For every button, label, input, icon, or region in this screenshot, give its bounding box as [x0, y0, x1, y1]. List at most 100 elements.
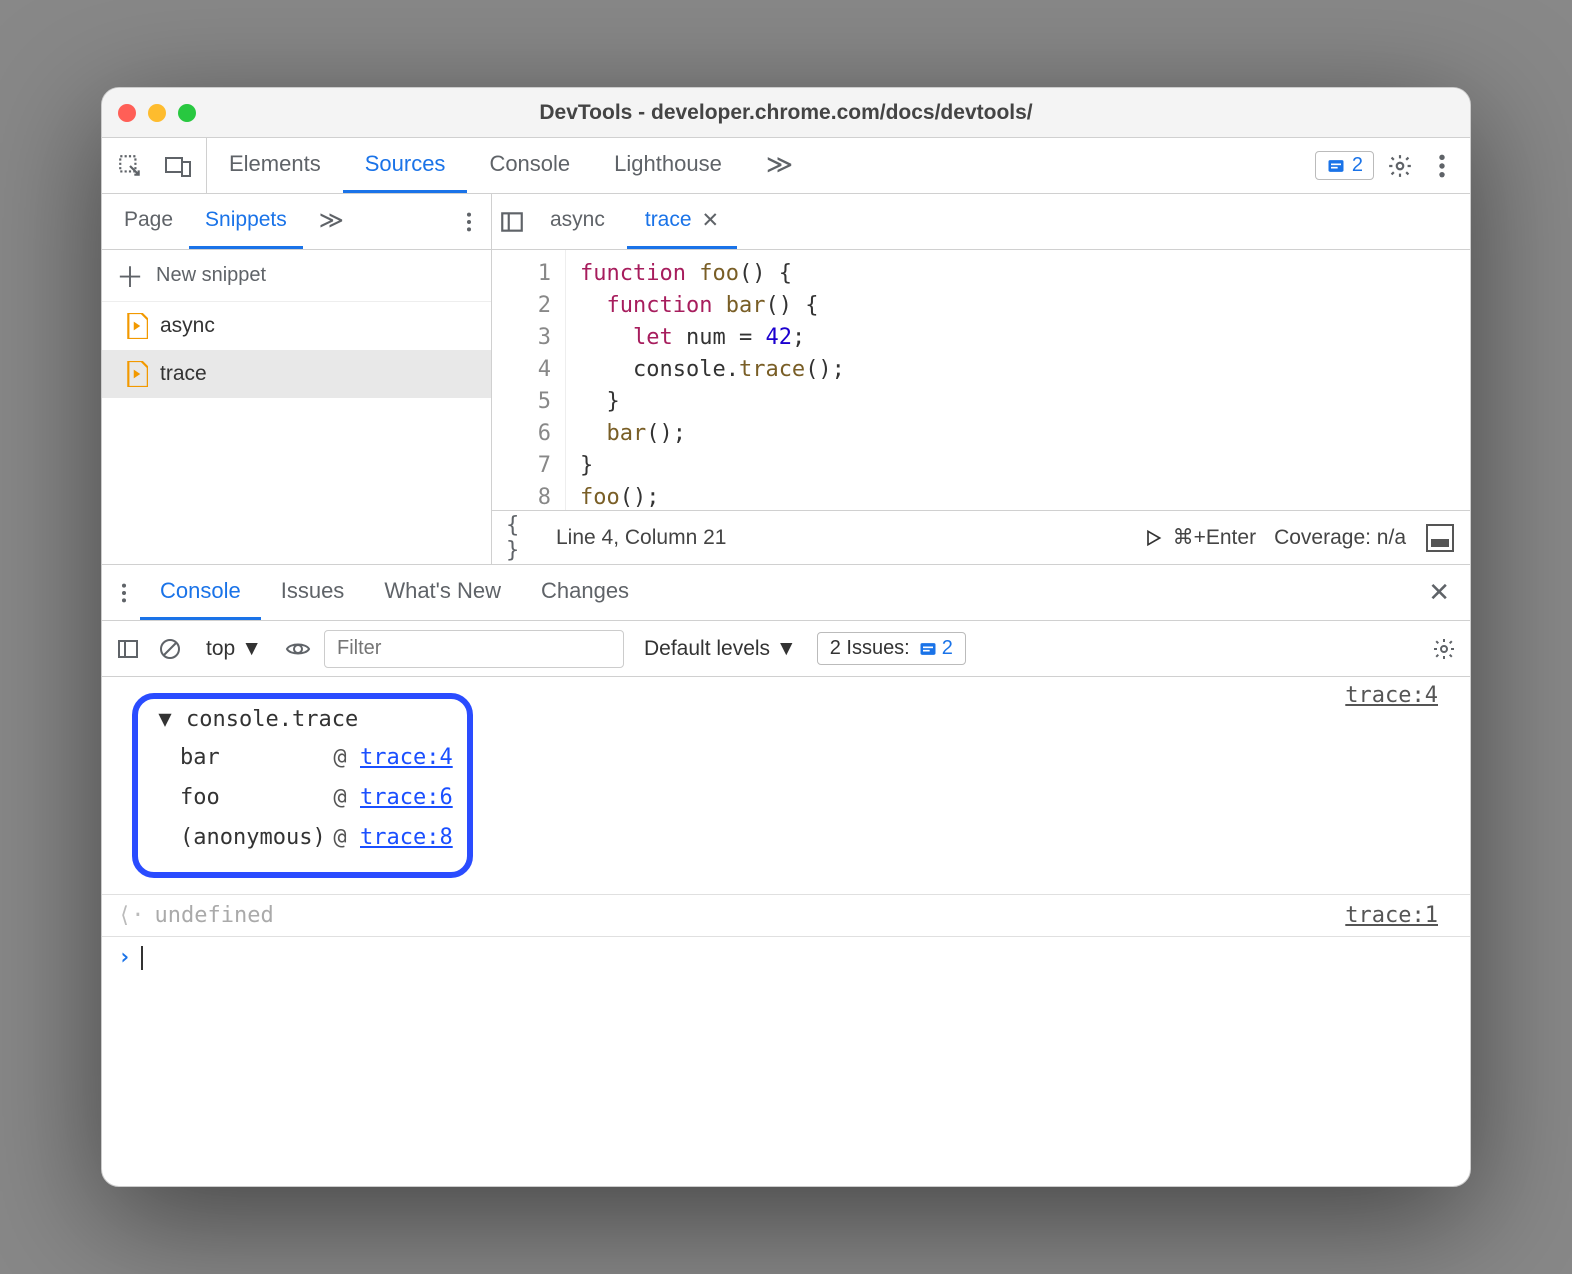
issues-indicator[interactable]: 2	[1315, 151, 1374, 180]
sidebar-tab-page[interactable]: Page	[108, 194, 189, 249]
console-prompt[interactable]: ›	[102, 936, 1470, 978]
at-symbol: @	[330, 818, 350, 858]
cursor-position: Line 4, Column 21	[556, 526, 726, 550]
settings-icon[interactable]	[1384, 150, 1416, 182]
at-symbol: @	[330, 778, 350, 818]
window-title: DevTools - developer.chrome.com/docs/dev…	[102, 101, 1470, 125]
main-toolbar: Elements Sources Console Lighthouse ≫ 2	[102, 138, 1470, 194]
snippet-list: async trace	[102, 302, 491, 564]
drawer-tab-whatsnew[interactable]: What's New	[364, 565, 521, 620]
devtools-window: DevTools - developer.chrome.com/docs/dev…	[101, 87, 1471, 1187]
drawer-tab-console[interactable]: Console	[140, 565, 261, 620]
log-levels-select[interactable]: Default levels ▼	[634, 633, 807, 665]
return-source-link[interactable]: trace:1	[1345, 903, 1438, 928]
format-icon[interactable]: { }	[506, 522, 538, 554]
tab-lighthouse[interactable]: Lighthouse	[592, 138, 744, 193]
snippet-file-icon	[126, 361, 148, 387]
snippet-item-label: trace	[160, 362, 207, 386]
plus-icon: ＋	[116, 256, 144, 296]
editor-area: async trace ✕ 1 2 3 4 5 6 7 8 fun	[492, 194, 1470, 564]
sidebar-more-icon[interactable]	[453, 206, 485, 238]
close-window-button[interactable]	[118, 104, 136, 122]
tab-elements[interactable]: Elements	[207, 138, 343, 193]
live-expression-icon[interactable]	[282, 633, 314, 665]
at-symbol: @	[330, 738, 350, 778]
issues-count: 2	[1352, 154, 1363, 177]
trace-title: console.trace	[186, 707, 358, 732]
drawer-close-icon[interactable]: ✕	[1414, 577, 1464, 608]
dock-icon[interactable]	[1424, 522, 1456, 554]
stack-frame: bar @ trace:4	[152, 738, 453, 778]
console-filter-input[interactable]	[324, 630, 624, 668]
prompt-caret-icon: ›	[118, 945, 131, 970]
console-trace-message: trace:4 ▼ console.trace bar @ trace:4	[102, 677, 1470, 894]
stack-trace-highlight: ▼ console.trace bar @ trace:4 foo	[132, 693, 473, 878]
tab-sources[interactable]: Sources	[343, 138, 468, 193]
context-label: top	[206, 637, 235, 661]
snippet-item-label: async	[160, 314, 215, 338]
snippet-item-trace[interactable]: trace	[102, 350, 491, 398]
drawer-tabs: Console Issues What's New Changes ✕	[102, 565, 1470, 621]
snippet-file-icon	[126, 313, 148, 339]
frame-function: (anonymous)	[180, 818, 320, 858]
code-content: function foo() { function bar() { let nu…	[566, 250, 859, 510]
toggle-navigator-icon[interactable]	[496, 206, 528, 238]
titlebar: DevTools - developer.chrome.com/docs/dev…	[102, 88, 1470, 138]
clear-console-icon[interactable]	[154, 633, 186, 665]
sidebar-tab-snippets[interactable]: Snippets	[189, 194, 303, 249]
drawer-tab-issues[interactable]: Issues	[261, 565, 365, 620]
expand-trace-icon[interactable]: ▼	[152, 707, 178, 732]
levels-label: Default levels	[644, 637, 770, 660]
new-snippet-button[interactable]: ＋ New snippet	[102, 250, 491, 302]
editor-statusbar: { } Line 4, Column 21 ⌘+Enter Coverage: …	[492, 510, 1470, 564]
coverage-status: Coverage: n/a	[1274, 526, 1406, 550]
console-settings-icon[interactable]	[1428, 633, 1460, 665]
code-editor[interactable]: 1 2 3 4 5 6 7 8 function foo() { functio…	[492, 250, 1470, 510]
sidebar-tabs: Page Snippets ≫	[102, 194, 491, 250]
sources-panel: Page Snippets ≫ ＋ New snippet async trac…	[102, 194, 1470, 564]
frame-function: foo	[180, 778, 320, 818]
issues-label: 2 Issues:	[830, 637, 910, 660]
stack-frame: (anonymous) @ trace:8	[152, 818, 453, 858]
console-return-row: ⟨· undefined trace:1	[102, 894, 1470, 936]
stack-trace-table: bar @ trace:4 foo @ trace:6 (anony	[152, 738, 453, 858]
snippet-item-async[interactable]: async	[102, 302, 491, 350]
console-toolbar: top ▼ Default levels ▼ 2 Issues: 2	[102, 621, 1470, 677]
sidebar-tabs-overflow[interactable]: ≫	[303, 194, 360, 249]
inspect-element-icon[interactable]	[114, 150, 146, 182]
text-cursor	[141, 946, 143, 970]
close-tab-icon[interactable]: ✕	[702, 208, 720, 233]
drawer-panel: Console Issues What's New Changes ✕ top …	[102, 564, 1470, 1186]
console-issues-button[interactable]: 2 Issues: 2	[817, 632, 966, 665]
frame-location-link[interactable]: trace:8	[360, 818, 453, 858]
return-arrow-icon: ⟨·	[118, 903, 145, 928]
tabs-overflow-button[interactable]: ≫	[744, 138, 815, 193]
sources-sidebar: Page Snippets ≫ ＋ New snippet async trac…	[102, 194, 492, 564]
frame-location-link[interactable]: trace:4	[360, 738, 453, 778]
editor-tab-async[interactable]: async	[532, 194, 623, 249]
more-options-icon[interactable]	[1426, 150, 1458, 182]
editor-tabs: async trace ✕	[492, 194, 1470, 250]
message-source-link[interactable]: trace:4	[1345, 683, 1438, 708]
window-controls	[118, 104, 196, 122]
new-snippet-label: New snippet	[156, 264, 266, 287]
editor-tab-trace[interactable]: trace ✕	[627, 194, 737, 249]
frame-location-link[interactable]: trace:6	[360, 778, 453, 818]
editor-tab-label: trace	[645, 208, 692, 232]
drawer-tab-changes[interactable]: Changes	[521, 565, 649, 620]
tab-console[interactable]: Console	[467, 138, 592, 193]
run-shortcut: ⌘+Enter	[1173, 525, 1256, 550]
device-toolbar-icon[interactable]	[162, 150, 194, 182]
console-output: trace:4 ▼ console.trace bar @ trace:4	[102, 677, 1470, 1186]
run-icon[interactable]	[1143, 528, 1163, 548]
panel-tabs: Elements Sources Console Lighthouse ≫	[207, 138, 1303, 193]
issues-count: 2	[942, 637, 953, 660]
minimize-window-button[interactable]	[148, 104, 166, 122]
execution-context-select[interactable]: top ▼	[196, 633, 272, 665]
editor-tab-label: async	[550, 208, 605, 232]
console-sidebar-toggle-icon[interactable]	[112, 633, 144, 665]
maximize-window-button[interactable]	[178, 104, 196, 122]
return-value: undefined	[155, 903, 274, 928]
frame-function: bar	[180, 738, 320, 778]
drawer-more-icon[interactable]	[108, 577, 140, 609]
